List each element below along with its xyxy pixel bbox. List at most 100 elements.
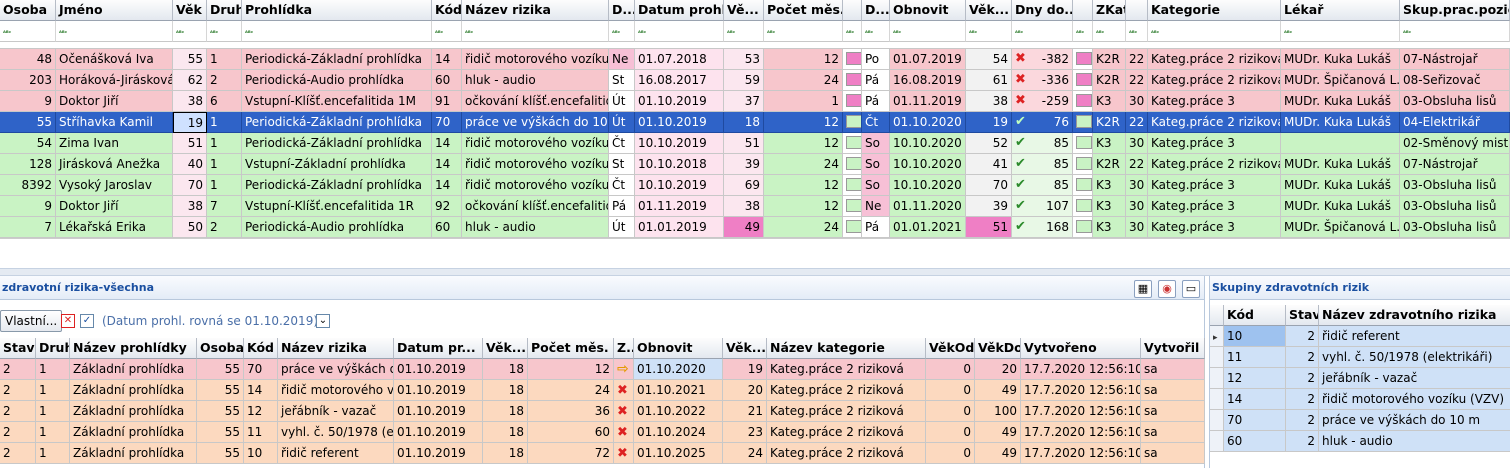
main-grid-row[interactable]: 203 Horáková-Jirásková 62 2 Periodická-Audio… [0,70,1510,91]
cell-k[interactable]: 22 [1126,154,1148,175]
column-filter[interactable]: ᴬᴮᶜ [862,21,890,42]
column-filter[interactable]: ᴬᴮᶜ [724,21,764,42]
cell-datum[interactable]: 01.10.2019 [394,422,483,443]
cell-vytvoreno[interactable]: 17.7.2020 12:56:10 [1021,422,1141,443]
abc-filter-icon[interactable]: ᴬᴮᶜ [245,30,253,37]
cell-osoba[interactable]: 55 [197,443,244,464]
cell-d1[interactable]: Čt [609,175,635,196]
cell-od[interactable]: 0 [926,401,975,422]
cell-prohlidka[interactable]: Vstupní-Klíšť.encefalitida 1R [242,196,432,217]
cell-d2[interactable]: Po [862,49,890,70]
cell-zkat[interactable]: K3 [1093,175,1126,196]
cell-nazev[interactable]: Základní prohlídka [70,401,197,422]
cell-k[interactable]: 22 [1126,49,1148,70]
cell-druh[interactable]: 2 [207,217,242,238]
cell-vytvoril[interactable]: sa [1141,359,1205,380]
cell-pocet[interactable]: 24 [764,70,843,91]
color-swatch-cell[interactable] [843,217,862,238]
cell-kod[interactable]: 12 [1224,368,1286,389]
cell-osoba[interactable]: 54 [0,133,56,154]
status-cell[interactable]: ✖ [614,443,634,464]
abc-filter-icon[interactable]: ᴬᴮᶜ [1076,30,1084,37]
abc-filter-icon[interactable]: ᴬᴮᶜ [465,30,473,37]
cell-ve[interactable]: 38 [724,196,764,217]
main-grid-row[interactable]: 54 Zima Ivan 51 1 Periodická-Základní prohlí… [0,133,1510,154]
cell-skup[interactable]: 04-Elektrikář [1400,112,1510,133]
right-grid-row[interactable]: 70 2 práce ve výškách do 10 m [1210,410,1510,431]
column-header[interactable]: Název zdravotního rizika [1319,305,1510,326]
abc-filter-icon[interactable]: ᴬᴮᶜ [865,30,873,37]
cell-d2[interactable]: Ne [862,196,890,217]
cell-ve[interactable]: 49 [724,217,764,238]
cell-pocet[interactable]: 12 [764,175,843,196]
cell-osoba[interactable]: 55 [197,359,244,380]
abc-filter-icon[interactable]: ᴬᴮᶜ [767,30,775,37]
main-grid-row[interactable]: 9 Doktor Jiří 38 6 Vstupní-Klíšť.encefalitid… [0,91,1510,112]
cell-nazev[interactable]: hluk - audio [1319,431,1510,452]
cell-kategorie[interactable]: Kateg.práce 2 riziková [1148,154,1281,175]
cell-vytvoreno[interactable]: 17.7.2020 12:56:10 [1021,359,1141,380]
cell-riziko[interactable]: práce ve výškách do 10 m [462,112,609,133]
cell-zkat[interactable]: K2R [1093,154,1126,175]
abc-filter-icon[interactable]: ᴬᴮᶜ [59,30,67,37]
cell-riziko[interactable]: řidič motorového vozíku ( [462,133,609,154]
cell-datum[interactable]: 01.11.2019 [635,196,724,217]
cell-ve[interactable]: 39 [724,154,764,175]
column-filter[interactable]: ᴬᴮᶜ [635,21,724,42]
cell-pocet[interactable]: 12 [764,133,843,154]
cell-lekar[interactable]: MUDr. Špičanová L. [1281,217,1400,238]
cell-prohlidka[interactable]: Periodická-Základní prohlídka [242,133,432,154]
column-header[interactable] [843,0,862,21]
abc-filter-icon[interactable]: ᴬᴮᶜ [435,30,443,37]
cell-stav[interactable]: 2 [1286,347,1319,368]
cell-vek2[interactable]: 20 [723,380,767,401]
cell-kategorie[interactable]: Kateg.práce 2 riziková [1148,112,1281,133]
cell-vek2[interactable]: 19 [966,112,1012,133]
cell-druh[interactable]: 1 [36,380,70,401]
cell-skup[interactable]: 03-Obsluha lisů [1400,217,1510,238]
cell-d2[interactable]: Čt [862,112,890,133]
cell-vek2[interactable]: 51 [966,217,1012,238]
cell-kod[interactable]: 14 [432,133,462,154]
color-swatch-cell[interactable] [1073,91,1093,112]
cell-datum[interactable]: 10.10.2019 [635,175,724,196]
cell-d1[interactable]: Út [609,217,635,238]
cell-kategorie[interactable]: Kateg.práce 2 riziková [767,422,926,443]
cell-pocet[interactable]: 12 [528,359,614,380]
cell-kategorie[interactable]: Kateg.práce 3 [1148,175,1281,196]
cell-datum[interactable]: 01.10.2019 [394,380,483,401]
right-grid-row[interactable]: 60 2 hluk - audio [1210,431,1510,452]
main-grid-row[interactable]: 9 Doktor Jiří 38 7 Vstupní-Klíšť.encefalitid… [0,196,1510,217]
column-header[interactable]: Datum prohl. [635,0,724,21]
abc-filter-icon[interactable]: ᴬᴮᶜ [1096,30,1104,37]
cell-vek[interactable]: 38 [173,196,207,217]
cell-obnovit[interactable]: 01.10.2021 [634,380,723,401]
status-cell[interactable]: ✖ [614,422,634,443]
cell-d2[interactable]: So [862,133,890,154]
cell-obnovit[interactable]: 01.10.2024 [634,422,723,443]
cell-kod[interactable]: 14 [432,175,462,196]
cell-kod[interactable]: 14 [244,380,278,401]
color-swatch-cell[interactable] [843,112,862,133]
left-grid-row[interactable]: 2 1 Základní prohlídka 55 14 řidič motorového… [0,380,1205,401]
column-header[interactable]: Kód [1224,305,1286,326]
cell-lekar[interactable]: MUDr. Kuka Lukáš [1281,175,1400,196]
cell-vek[interactable]: 70 [173,175,207,196]
column-header[interactable]: Věk... [723,338,767,359]
cell-riziko[interactable]: řidič motorového vozíku ( [462,154,609,175]
column-header[interactable]: Osoba [0,0,56,21]
cell-vytvoril[interactable]: sa [1141,422,1205,443]
cell-d2[interactable]: So [862,175,890,196]
cell-osoba[interactable]: 48 [0,49,56,70]
cell-vek[interactable]: 50 [173,217,207,238]
cell-riziko[interactable]: jeřábník - vazač [278,401,394,422]
column-header[interactable]: ZKat [1093,0,1126,21]
column-header[interactable] [1073,0,1093,21]
column-filter[interactable]: ᴬᴮᶜ [764,21,843,42]
cell-jmeno[interactable]: Horáková-Jirásková [56,70,173,91]
column-header[interactable]: Kód [432,0,462,21]
cell-nazev[interactable]: vyhl. č. 50/1978 (elektrikáři) [1319,347,1510,368]
column-header[interactable]: D... [609,0,635,21]
cell-obnovit[interactable]: 01.11.2020 [890,196,966,217]
cell-vek2[interactable]: 19 [723,359,767,380]
